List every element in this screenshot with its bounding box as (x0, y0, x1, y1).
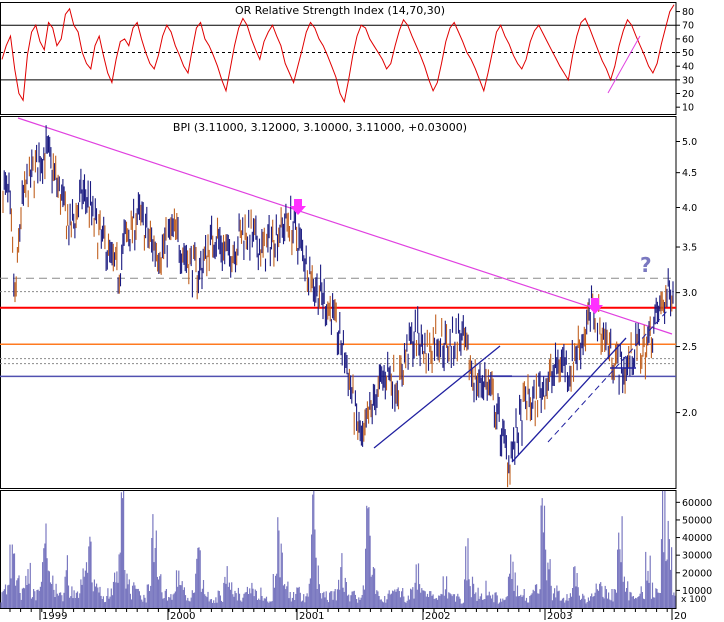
rsi-title: OR Relative Strength Index (14,70,30) (235, 4, 445, 17)
x-tick-label: 2002 (425, 611, 450, 622)
panel-frames (0, 2, 677, 609)
volume-tick-label: 20000 (682, 568, 712, 579)
rsi-tick-label: 20 (682, 89, 694, 100)
long-downtrend-line (17, 117, 673, 335)
volume-tick-label: 50000 (682, 515, 712, 526)
rsi-tick-label: 60 (682, 34, 694, 45)
panel-frame (0, 2, 677, 115)
rsi-tick-label: 80 (682, 7, 694, 18)
rsi-trendline (607, 35, 641, 94)
panel-frame (0, 116, 677, 489)
volume-tick-label: 60000 (682, 498, 712, 509)
price-tick-label: 5.0 (682, 137, 697, 148)
price-bars (2, 125, 674, 488)
x-tick-label: 2001 (299, 611, 324, 622)
volume-tick-label: 40000 (682, 533, 712, 544)
price-title: BPI (3.11000, 3.12000, 3.10000, 3.11000,… (173, 121, 467, 134)
rsi-tick-label: 10 (682, 103, 694, 114)
question-mark-annotation: ? (640, 253, 652, 277)
volume-tick-label: 30000 (682, 551, 712, 562)
rsi-tick-label: 70 (682, 21, 694, 32)
volume-bars (0, 490, 676, 608)
rsi-grid (0, 24, 676, 81)
price-tick-label: 3.5 (682, 243, 697, 254)
volume-multiplier-label: x 100 (681, 595, 707, 605)
rsi-tick-label: 50 (682, 48, 694, 59)
x-tick-label: 2003 (547, 611, 572, 622)
price-tick-label: 4.0 (682, 203, 697, 214)
price-tick-labels: 2.0 2.5 3.0 3.5 4.0 4.5 5.0 (676, 137, 697, 419)
rsi-tick-label: 30 (682, 75, 694, 86)
x-tick-label: 20 (674, 611, 687, 622)
price-tick-label: 2.0 (682, 408, 697, 419)
rsi-tick-labels: 10 20 30 40 50 60 70 80 (676, 7, 694, 114)
volume-tick-labels: 100002000030000400005000060000 (676, 498, 712, 597)
rsi-series-line (1, 4, 675, 104)
peak-arrows (290, 199, 603, 314)
price-tick-label: 3.0 (682, 288, 697, 299)
price-tick-label: 2.5 (682, 342, 697, 353)
price-tick-label: 4.5 (682, 168, 697, 179)
stock-chart: 10 20 30 40 50 60 70 80 OR Relative Strength In… (0, 2, 712, 622)
x-tick-label: 2000 (170, 611, 195, 622)
x-tick-label: 1999 (42, 611, 67, 622)
price-support-lines (0, 277, 676, 378)
rsi-tick-label: 40 (682, 62, 694, 73)
x-axis: 1999 2000 2001 2002 2003 20 (9, 608, 687, 622)
